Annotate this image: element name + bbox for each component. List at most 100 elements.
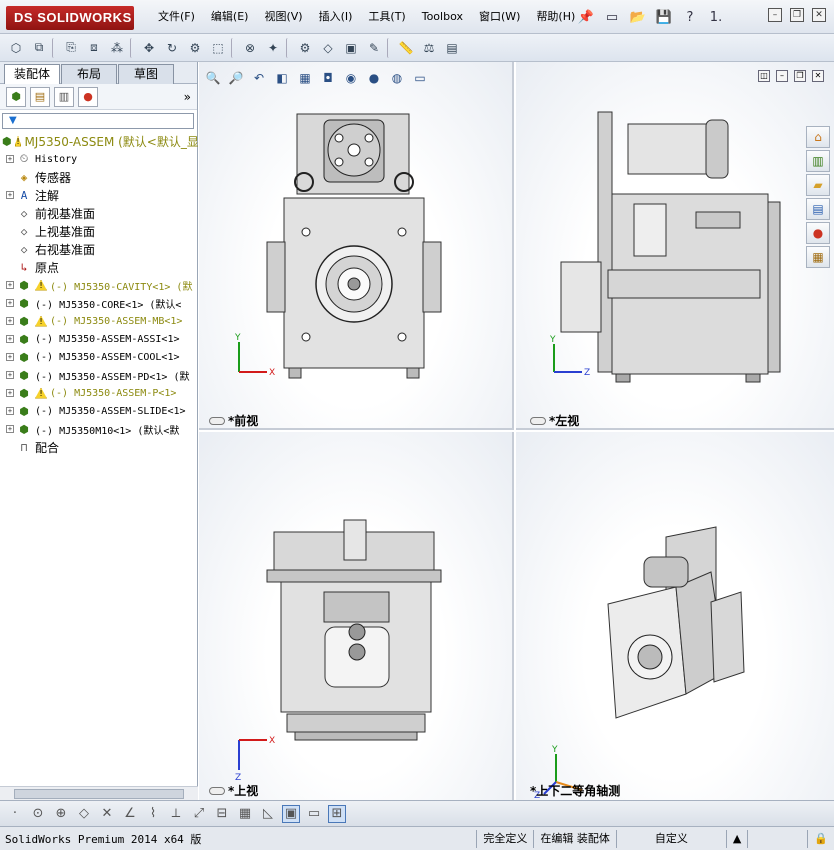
shaded-icon[interactable]: ▣ xyxy=(282,804,300,823)
scroll-thumb[interactable] xyxy=(14,789,184,799)
display-manager-icon[interactable]: ● xyxy=(78,86,98,107)
point-icon[interactable]: · xyxy=(6,805,24,823)
four-pane-icon[interactable]: ⊞ xyxy=(328,804,346,823)
tree-node[interactable]: + A 注解 xyxy=(0,186,198,204)
tree-node[interactable]: + ⬢ (-) MJ5350M10<1> (默认<默 xyxy=(0,420,198,438)
status-units[interactable]: 自定义 xyxy=(615,829,726,848)
save-icon[interactable]: 💾 xyxy=(653,6,675,28)
tab-sketch[interactable]: 草图 xyxy=(118,64,174,84)
tree-node[interactable]: + ⬢! (-) MJ5350-ASSEM-P<1> xyxy=(0,384,198,402)
zoom-area-icon[interactable]: 🔎 xyxy=(226,68,246,88)
filter-field[interactable]: ▼ xyxy=(2,113,194,129)
restore-view-icon[interactable]: ❐ xyxy=(794,70,806,82)
angle-icon[interactable]: ∠ xyxy=(121,805,139,823)
tree-node[interactable]: + ⬢ (-) MJ5350-ASSEM-COOL<1> xyxy=(0,348,198,366)
expand-icon[interactable]: + xyxy=(6,335,14,343)
minimize-icon[interactable]: – xyxy=(768,8,782,22)
section-view-icon[interactable]: ◧ xyxy=(272,68,292,88)
tree-node[interactable]: ◇ 上视基准面 xyxy=(0,222,198,240)
tree-node[interactable]: ⬢! MJ5350-ASSEM (默认<默认_显 xyxy=(0,132,198,150)
menu-insert[interactable]: 插入(I) xyxy=(311,0,361,34)
tree-node[interactable]: + ⬢ (-) MJ5350-ASSEM-SLIDE<1> xyxy=(0,402,198,420)
scene-icon[interactable]: ◍ xyxy=(387,68,407,88)
rebuild-icon[interactable]: 🔒 xyxy=(807,829,834,848)
tree-node[interactable]: + ⬢! (-) MJ5350-CAVITY<1> (默 xyxy=(0,276,198,294)
tree-node[interactable]: + ⬢ (-) MJ5350-CORE<1> (默认< xyxy=(0,294,198,312)
feature-manager-icon[interactable]: ⬢ xyxy=(6,86,26,107)
property-manager-icon[interactable]: ▤ xyxy=(30,86,50,107)
trim-icon[interactable]: ⌇ xyxy=(144,805,162,823)
solidworks-logo[interactable]: DS SOLIDWORKS xyxy=(6,6,134,30)
tree-horizontal-scrollbar[interactable] xyxy=(0,786,198,800)
close-view-icon[interactable]: ✕ xyxy=(812,70,824,82)
tab-layout[interactable]: 布局 xyxy=(61,64,117,84)
wand-icon[interactable]: ✦ xyxy=(263,38,283,58)
pushpin-icon[interactable]: 📌 xyxy=(575,6,597,28)
menu-tools[interactable]: 工具(T) xyxy=(360,0,413,34)
tree-node[interactable]: + ⬢ (-) MJ5350-ASSEM-PD<1> (默 xyxy=(0,366,198,384)
tree-node[interactable]: + ⬢! (-) MJ5350-ASSEM-MB<1> xyxy=(0,312,198,330)
menu-window[interactable]: 窗口(W) xyxy=(471,0,528,34)
rotate-component-icon[interactable]: ↻ xyxy=(162,38,182,58)
insert-components-icon[interactable]: ⧉ xyxy=(29,38,49,58)
exploded-view-icon[interactable]: ⬚ xyxy=(208,38,228,58)
smart-fasteners-icon[interactable]: ⚙ xyxy=(185,38,205,58)
expand-icon[interactable]: + xyxy=(6,425,14,433)
tree-node[interactable]: ↳ 原点 xyxy=(0,258,198,276)
open-folder-icon[interactable]: 📂 xyxy=(627,6,649,28)
single-view-icon[interactable]: ◫ xyxy=(758,70,770,82)
expand-icon[interactable]: + xyxy=(6,371,14,379)
restore-icon[interactable]: ❐ xyxy=(790,8,804,22)
view-settings-icon[interactable]: ▭ xyxy=(410,68,430,88)
help-icon[interactable]: ? xyxy=(679,6,701,28)
interference-icon[interactable]: ⊗ xyxy=(240,38,260,58)
hide-show-icon[interactable]: ◉ xyxy=(341,68,361,88)
graphics-area[interactable]: 🔍 🔎 ↶ ◧ ▦ ◘ ◉ ● ◍ ▭ ◫ – ❐ ✕ Y X *前视 Y Z … xyxy=(199,62,834,800)
sheet-icon[interactable]: ▤ xyxy=(442,38,462,58)
grid-icon[interactable]: ▦ xyxy=(236,805,254,823)
tree-node[interactable]: ◇ 右视基准面 xyxy=(0,240,198,258)
close-icon[interactable]: ✕ xyxy=(812,8,826,22)
iso-view-pane[interactable]: Y Z *上下二等角轴测 xyxy=(516,432,834,800)
mate-icon[interactable]: ⧈ xyxy=(84,38,104,58)
view-orientation-icon[interactable]: ▦ xyxy=(295,68,315,88)
home-icon[interactable]: ⌂ xyxy=(806,126,830,148)
circle-icon[interactable]: ⊙ xyxy=(29,805,47,823)
pattern-icon[interactable]: ⁂ xyxy=(107,38,127,58)
cross-icon[interactable]: ✕ xyxy=(98,805,116,823)
dimension-icon[interactable]: ⊟ xyxy=(213,805,231,823)
expand-icon[interactable]: + xyxy=(6,389,14,397)
configuration-manager-icon[interactable]: ▥ xyxy=(54,86,74,107)
offset-icon[interactable]: ⤢ xyxy=(190,805,208,823)
view-palette-icon[interactable]: ▤ xyxy=(806,198,830,220)
expand-icon[interactable]: + xyxy=(6,353,14,361)
new-document-icon[interactable]: ▭ xyxy=(601,6,623,28)
diamond-icon[interactable]: ◇ xyxy=(75,805,93,823)
triangle-icon[interactable]: ◺ xyxy=(259,805,277,823)
tree-node[interactable]: + ⬢ (-) MJ5350-ASSEM-ASSI<1> xyxy=(0,330,198,348)
tree-node[interactable]: ◈ 传感器 xyxy=(0,168,198,186)
front-view-pane[interactable]: Y X *前视 xyxy=(199,62,514,430)
expand-icon[interactable]: + xyxy=(6,299,14,307)
edit-component-icon[interactable]: ✎ xyxy=(364,38,384,58)
move-component-icon[interactable]: ✥ xyxy=(139,38,159,58)
reference-geometry-icon[interactable]: ◇ xyxy=(318,38,338,58)
more-tabs-icon[interactable]: » xyxy=(184,90,191,104)
previous-view-icon[interactable]: ↶ xyxy=(249,68,269,88)
expand-icon[interactable]: + xyxy=(6,155,14,163)
tree-node[interactable]: ⊓ 配合 xyxy=(0,438,198,456)
appearances-icon[interactable]: ● xyxy=(806,222,830,244)
mass-properties-icon[interactable]: ⚖ xyxy=(419,38,439,58)
extend-icon[interactable]: ⟂ xyxy=(167,805,185,823)
menu-toolbox[interactable]: Toolbox xyxy=(414,0,471,34)
measure-icon[interactable]: 📏 xyxy=(396,38,416,58)
menu-view[interactable]: 视图(V) xyxy=(256,0,310,34)
feature-icon[interactable]: ▣ xyxy=(341,38,361,58)
tree-node[interactable]: ◇ 前视基准面 xyxy=(0,204,198,222)
tree-node[interactable]: + ⏲ History xyxy=(0,150,198,168)
paperclip-icon[interactable]: ⎘ xyxy=(61,38,81,58)
display-style-icon[interactable]: ◘ xyxy=(318,68,338,88)
minimize-view-icon[interactable]: – xyxy=(776,70,788,82)
settings-icon[interactable]: ⚙ xyxy=(295,38,315,58)
top-view-pane[interactable]: Z X *上视 xyxy=(199,432,514,800)
